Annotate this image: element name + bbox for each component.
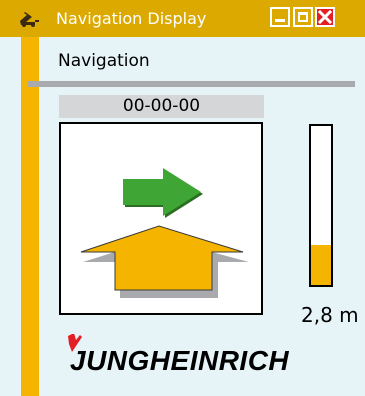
position-counter: 00-00-00 [59,95,264,118]
section-label: Navigation [58,51,150,71]
title-bar[interactable]: Navigation Display [0,0,365,37]
distance-gauge-fill [311,245,331,285]
arrow-right-icon [123,168,203,218]
window-title: Navigation Display [56,9,207,28]
svg-text:JUNGHEINRICH: JUNGHEINRICH [70,345,289,374]
close-button[interactable] [315,7,335,27]
maximize-icon [298,12,308,22]
close-icon [317,9,333,25]
minimize-icon [275,19,285,22]
distance-readout: 2,8 m [301,303,359,327]
jungheinrich-logo: JUNGHEINRICH [68,334,289,374]
accent-stripe [21,37,39,396]
maximize-button[interactable] [293,7,313,27]
minimize-button[interactable] [270,7,290,27]
forklift-icon [20,12,39,27]
arrow-up-icon [80,225,249,298]
navigation-panel [59,122,263,315]
section-divider [28,81,355,87]
distance-gauge [309,124,333,287]
